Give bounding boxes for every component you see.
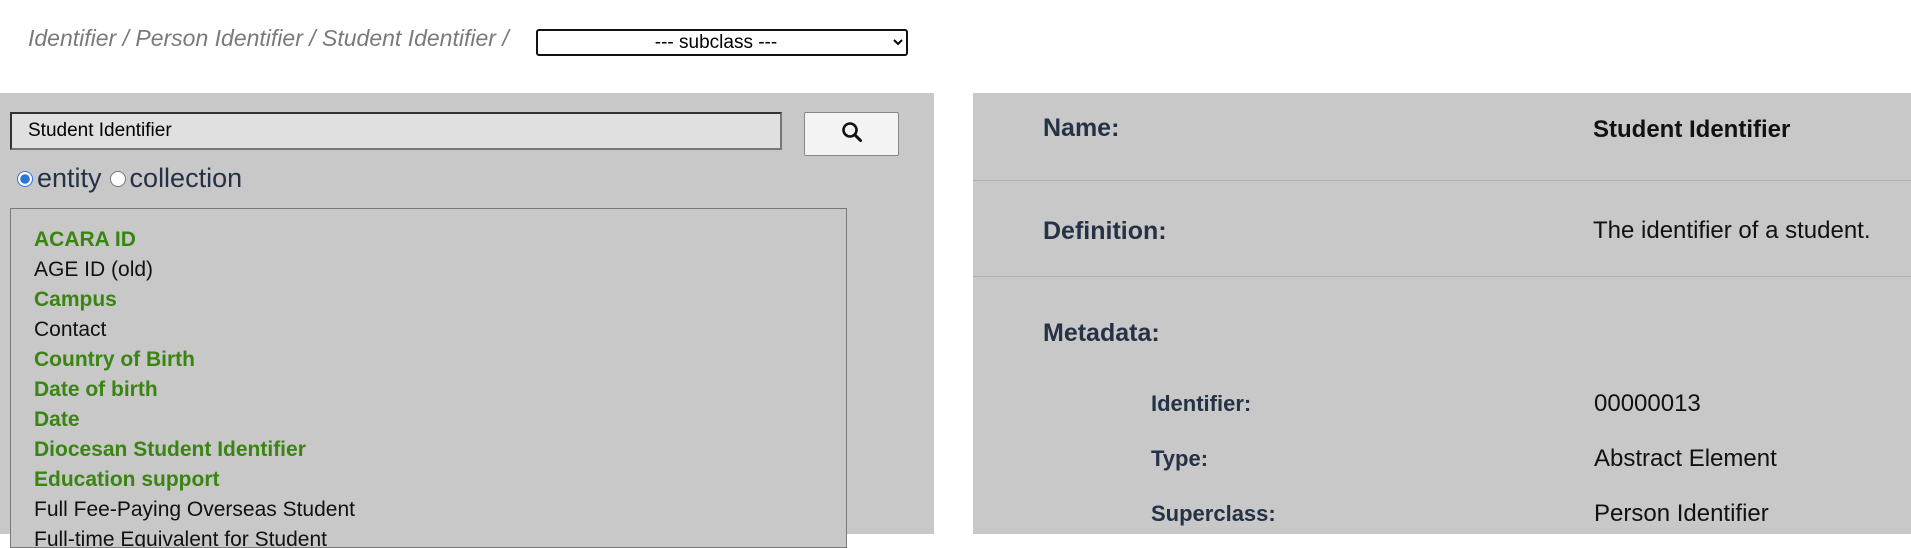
name-label: Name: (1043, 114, 1120, 142)
search-panel: entity collection ACARA IDAGE ID (old)Ca… (0, 93, 934, 548)
subclass-select[interactable]: --- subclass --- (536, 29, 908, 56)
definition-label: Definition: (1043, 217, 1167, 245)
entity-list-items: ACARA ID AGE ID (old) Campus Contact Country… (11, 209, 846, 547)
metadata-identifier-value: 00000013 (1594, 390, 1701, 417)
metadata-label: Metadata: (1043, 319, 1160, 347)
entity-list-item[interactable]: Campus (34, 286, 846, 316)
collection-radio-label[interactable]: collection (130, 163, 243, 194)
search-input[interactable] (10, 112, 782, 150)
metadata-identifier-label: Identifier: (1151, 391, 1252, 416)
entity-list-item[interactable]: ACARA ID (34, 226, 846, 256)
entity-list-item[interactable]: Date of birth (34, 376, 846, 406)
mode-radio-group: entity collection (15, 163, 248, 194)
entity-list-item[interactable]: Contact (34, 316, 846, 346)
metadata-type-label: Type: (1151, 446, 1209, 471)
entity-list-item[interactable]: Education support (34, 466, 846, 496)
metadata-type-value: Abstract Element (1594, 445, 1777, 472)
entity-radio[interactable] (17, 170, 33, 187)
metadata-section: Metadata: Identifier: 00000013 Type: Abs… (973, 277, 1911, 534)
detail-panel: Name: Student Identifier Definition: The… (973, 93, 1911, 534)
entity-list-item[interactable]: Country of Birth (34, 346, 846, 376)
collection-radio[interactable] (109, 170, 126, 187)
definition-row: Definition: The identifier of a student. (973, 181, 1911, 277)
breadcrumb: Identifier / Person Identifier / Student… (28, 25, 509, 51)
definition-value: The identifier of a student. (1593, 217, 1871, 244)
entity-list-item[interactable]: Full Fee-Paying Overseas Student (34, 496, 846, 526)
metadata-superclass-label: Superclass: (1151, 501, 1276, 526)
name-row: Name: Student Identifier (973, 93, 1911, 181)
breadcrumb-bar: Identifier / Person Identifier / Student… (0, 0, 1911, 93)
entity-list-item[interactable]: Full-time Equivalent for Student (34, 526, 846, 547)
entity-list[interactable]: ACARA ID AGE ID (old) Campus Contact Country… (10, 208, 847, 548)
search-button[interactable] (804, 112, 899, 156)
entity-list-item[interactable]: AGE ID (old) (34, 256, 846, 286)
name-value: Student Identifier (1593, 116, 1791, 143)
entity-list-item[interactable]: Diocesan Student Identifier (34, 436, 846, 466)
search-icon (841, 121, 863, 148)
metadata-superclass-value: Person Identifier (1594, 500, 1769, 527)
entity-list-item[interactable]: Date (34, 406, 846, 436)
entity-radio-label[interactable]: entity (37, 163, 102, 194)
